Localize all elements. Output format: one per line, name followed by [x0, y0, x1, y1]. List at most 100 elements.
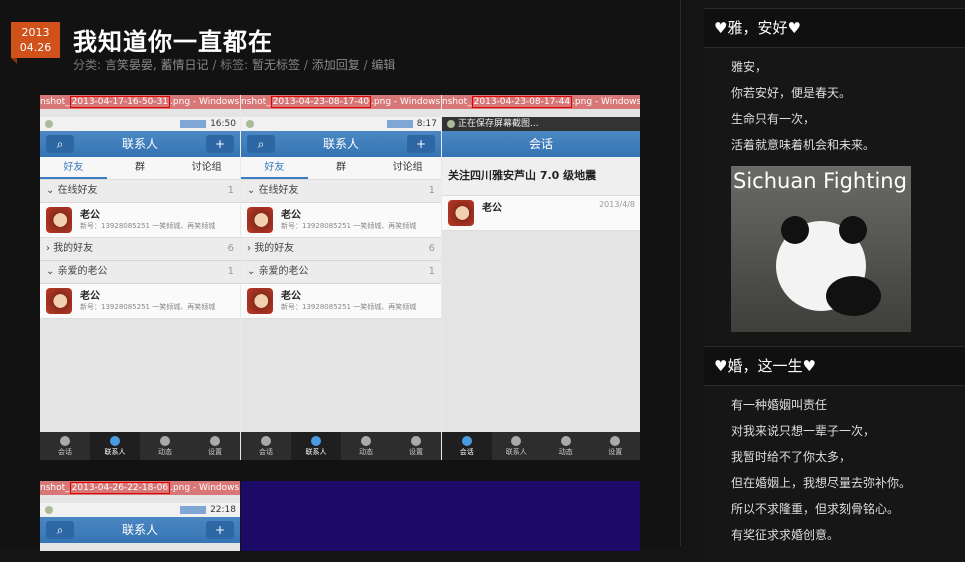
text-line: 生命只有一次， — [731, 112, 816, 126]
titlebar-prefix: nshot_ — [40, 483, 70, 493]
header-title: 联系人 — [322, 137, 359, 151]
nav-chat: 会话 — [442, 432, 492, 460]
tab-groups: 群 — [135, 162, 145, 173]
group-count: 1 — [227, 266, 234, 277]
contact-name: 老公 — [281, 291, 301, 302]
add-icon: + — [407, 135, 435, 153]
tag-prefix: / 标签: — [208, 58, 253, 72]
timestamp: 2013-04-26-22-18-06 — [69, 482, 171, 494]
phone-screenshot-2: nshot_ 2013-04-23-08-17-40 .png - Windows … — [241, 95, 441, 460]
nav-settings: 设置 — [190, 432, 240, 460]
status-text: 正在保存屏幕截图... — [458, 119, 539, 129]
bottom-nav: 会话 联系人 动态 设置 — [40, 432, 240, 460]
sichuan-fighting-image: Sichuan Fighting — [731, 166, 911, 332]
text-line: 活着就意味着机会和未来。 — [731, 138, 876, 152]
widget-yaan: ♥雅，安好♥ 雅安， 你若安好，便是春天。 生命只有一次， 活着就意味着机会和未… — [704, 8, 965, 344]
screenshot-image-2: nshot_ 2013-04-26-22-18-06 .png - Windows … — [40, 481, 640, 551]
widget-marriage: ♥婚，这一生♥ 有一种婚姻叫责任 对我来说只想一辈子一次， 我暂时给不了你太多，… — [704, 346, 965, 562]
text-line: 有奖征求求婚创意。 — [731, 528, 840, 542]
app-header: ⌕ 联系人 + — [40, 517, 240, 543]
contact-name: 老公 — [482, 203, 502, 214]
panda-leg — [826, 276, 881, 316]
signal-icon — [386, 119, 413, 128]
nav-settings: 设置 — [391, 432, 441, 460]
group-name: 在线好友 — [258, 185, 299, 196]
avatar — [448, 200, 474, 226]
notification-icon — [246, 120, 254, 128]
date-badge: 2013 04.26 — [11, 22, 60, 64]
tab-groups: 群 — [336, 162, 346, 173]
titlebar-suffix: .png - Windows 照片查 — [572, 97, 640, 107]
group-count: 6 — [428, 243, 435, 254]
nav-contacts: 联系人 — [291, 432, 341, 460]
notification-icon — [45, 120, 53, 128]
status-bar: 22:18 — [40, 503, 240, 517]
text-line: 雅安， — [731, 60, 768, 74]
group-count: 1 — [227, 185, 234, 196]
window-titlebar: nshot_ 2013-04-26-22-18-06 .png - Windows … — [40, 481, 240, 495]
contact-signature: 新号：13928085251 一笑倾城、再笑倾城 — [281, 303, 417, 311]
header-title: 会话 — [528, 137, 553, 151]
signal-icon — [180, 119, 207, 128]
group-row: › 我的好友 6 — [40, 238, 240, 261]
group-row: ⌄ 在线好友 1 — [40, 180, 240, 203]
window-titlebar: nshot_ 2013-04-23-08-17-44 .png - Windows … — [442, 95, 640, 109]
notification-icon — [447, 120, 455, 128]
group-row: ⌄ 在线好友 1 — [241, 180, 441, 203]
titlebar-suffix: .png - Windows 照片查 — [170, 97, 240, 107]
add-reply-link[interactable]: 添加回复 — [312, 58, 360, 72]
text-line: 你若安好，便是春天。 — [731, 86, 852, 100]
group-name: 我的好友 — [254, 243, 295, 254]
widget-title: ♥婚，这一生♥ — [704, 346, 965, 386]
contact-signature: 新号：13928085251 一笑倾城、再笑倾城 — [281, 222, 417, 230]
status-bar: 8:17 — [241, 117, 441, 131]
group-name: 在线好友 — [57, 185, 98, 196]
widget-title: ♥雅，安好♥ — [704, 8, 965, 48]
contact-name: 老公 — [80, 210, 100, 221]
nav-settings: 设置 — [591, 432, 641, 460]
nav-chat: 会话 — [40, 432, 90, 460]
contact-name: 老公 — [281, 210, 301, 221]
contact-signature: 新号：13928085251 一笑倾城、再笑倾城 — [80, 222, 216, 230]
text-line: 我暂时给不了你太多， — [731, 450, 852, 464]
group-count: 6 — [227, 243, 234, 254]
window-titlebar: nshot_ 2013-04-23-08-17-40 .png - Windows … — [241, 95, 441, 109]
nav-chat: 会话 — [241, 432, 291, 460]
avatar — [247, 207, 273, 233]
group-row: › 我的好友 6 — [241, 238, 441, 261]
sidebar: ♥雅，安好♥ 雅安， 你若安好，便是春天。 生命只有一次， 活着就意味着机会和未… — [704, 0, 965, 562]
tab-friends: 好友 — [241, 157, 308, 179]
tag-link[interactable]: 暂无标签 — [252, 58, 300, 72]
separator: / — [359, 58, 372, 72]
timestamp: 2013-04-23-08-17-40 — [270, 96, 372, 108]
image-caption: Sichuan Fighting — [733, 169, 907, 193]
conversation-time: 2013/4/8 — [599, 200, 635, 209]
category-prefix: 分类: — [73, 58, 105, 72]
conversation-row: 老公 2013/4/8 — [442, 196, 640, 231]
contact-row: 老公 新号：13928085251 一笑倾城、再笑倾城 — [40, 203, 240, 238]
header-title: 联系人 — [121, 523, 158, 537]
post-title[interactable]: 我知道你一直都在 — [73, 22, 273, 57]
bottom-nav: 会话 联系人 动态 设置 — [442, 432, 640, 460]
header-title: 联系人 — [121, 137, 158, 151]
text-line: 有一种婚姻叫责任 — [731, 398, 828, 412]
post-meta: 分类: 言笑晏晏, 蓄情日记 / 标签: 暂无标签 / 添加回复 / 编辑 — [73, 56, 395, 73]
avatar — [46, 207, 72, 233]
screenshot-image: nshot_ 2013-04-17-16-50-31 .png - Windows … — [40, 95, 640, 460]
widget-body: 有一种婚姻叫责任 对我来说只想一辈子一次， 我暂时给不了你太多， 但在婚姻上，我… — [704, 386, 965, 562]
avatar — [247, 288, 273, 314]
app-header: ⌕ 联系人 + — [40, 131, 240, 157]
contact-signature: 新号：13928085251 一笑倾城、再笑倾城 — [80, 303, 216, 311]
text-line: 所以不求隆重，但求刻骨铭心。 — [731, 502, 900, 516]
category-link[interactable]: 言笑晏晏, 蓄情日记 — [105, 58, 209, 72]
status-bar: 正在保存屏幕截图... — [442, 117, 640, 131]
search-icon: ⌕ — [46, 521, 74, 539]
status-time: 8:17 — [416, 119, 437, 129]
edit-link[interactable]: 编辑 — [371, 58, 395, 72]
post-area: 2013 04.26 我知道你一直都在 分类: 言笑晏晏, 蓄情日记 / 标签:… — [0, 0, 681, 551]
tab-bar: 好友 群 讨论组 — [241, 157, 441, 180]
bottom-nav: 会话 联系人 动态 设置 — [241, 432, 441, 460]
widget-body: 雅安， 你若安好，便是春天。 生命只有一次， 活着就意味着机会和未来。 Sich… — [704, 48, 965, 344]
text-line: 对我来说只想一辈子一次， — [731, 424, 876, 438]
search-icon: ⌕ — [46, 135, 74, 153]
